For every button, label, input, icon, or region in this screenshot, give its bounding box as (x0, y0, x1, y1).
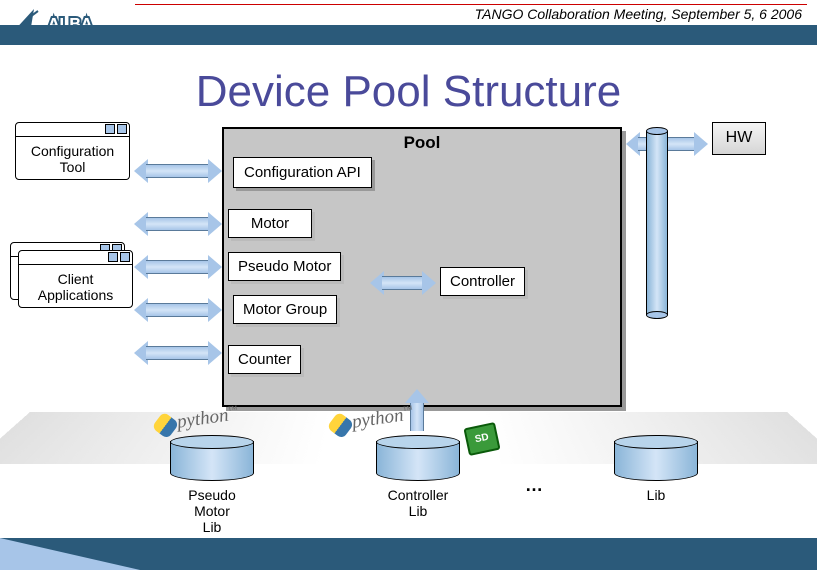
hw-column (646, 127, 668, 319)
controller-box: Controller (440, 267, 525, 296)
arrow-counter (134, 341, 222, 365)
arrow-pseudo (134, 255, 222, 279)
header-bar (0, 25, 817, 45)
arrow-motorgrp (134, 298, 222, 322)
arrow-motor (134, 212, 222, 236)
arrow-to-controller (370, 271, 436, 295)
window-titlebar (19, 251, 132, 265)
ellipsis: … (525, 475, 543, 496)
pool-label: Pool (224, 133, 620, 153)
counter-box: Counter (228, 345, 301, 374)
motor-group-box: Motor Group (233, 295, 337, 324)
meeting-info: TANGO Collaboration Meeting, September 5… (475, 6, 802, 22)
hw-box: HW (712, 122, 766, 155)
slide-title: Device Pool Structure (0, 67, 817, 117)
controller-lib-label: Controller Lib (376, 487, 460, 519)
diagram-canvas: Pool Configuration API Motor Pseudo Moto… (0, 127, 817, 527)
header-rule (135, 4, 807, 5)
slide-header: ALBA ALBA TANGO Collaboration Meeting, S… (0, 0, 817, 45)
client-apps-label: Client Applications (19, 265, 132, 309)
generic-lib-label: Lib (614, 487, 698, 503)
config-api-box: Configuration API (233, 157, 372, 188)
generic-lib-cylinder: Lib (614, 435, 698, 481)
footer-accent (0, 538, 140, 570)
motor-box: Motor (228, 209, 312, 238)
arrow-config (134, 159, 222, 183)
pseudo-lib-label: Pseudo Motor Lib (170, 487, 254, 535)
pseudo-motor-lib-cylinder: Pseudo Motor Lib (170, 435, 254, 481)
slide-footer (0, 538, 817, 570)
pseudo-motor-box: Pseudo Motor (228, 252, 341, 281)
controller-lib-cylinder: Controller Lib (376, 435, 460, 481)
config-tool-label: Configuration Tool (16, 137, 129, 181)
client-apps-window: Client Applications (18, 250, 133, 308)
window-titlebar (16, 123, 129, 137)
config-tool-window: Configuration Tool (15, 122, 130, 180)
